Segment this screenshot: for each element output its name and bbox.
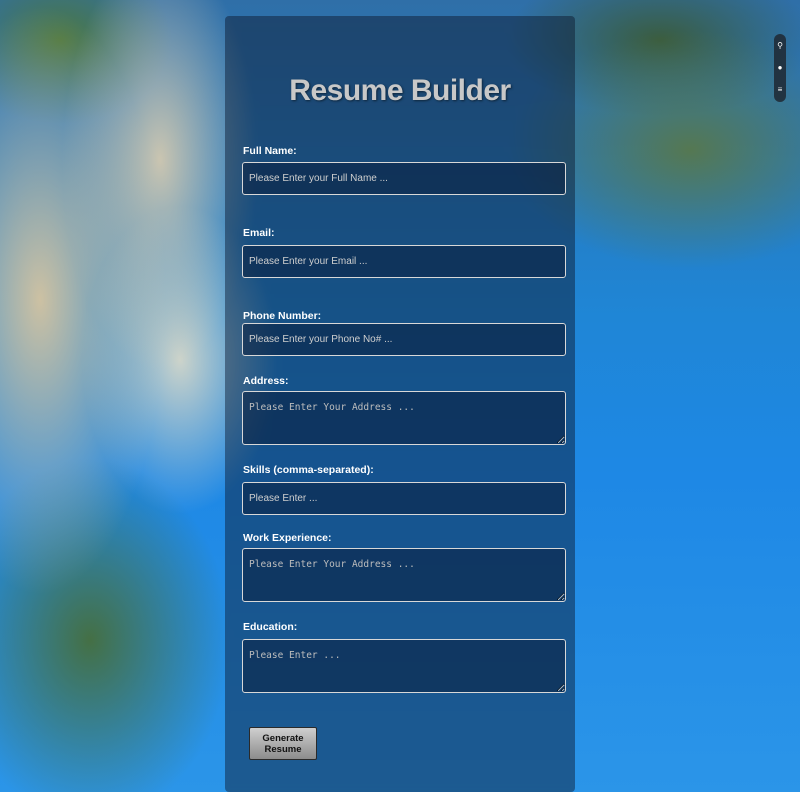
resume-form-card: Resume Builder Full Name: Email: Phone N… bbox=[225, 16, 575, 792]
work-experience-textarea[interactable] bbox=[242, 548, 566, 602]
phone-label: Phone Number: bbox=[243, 310, 322, 322]
menu-icon[interactable]: ≡ bbox=[776, 86, 784, 94]
address-label: Address: bbox=[243, 375, 289, 387]
pin-icon[interactable]: ⚲ bbox=[776, 42, 784, 50]
page-title: Resume Builder bbox=[289, 74, 511, 107]
skills-label: Skills (comma-separated): bbox=[243, 464, 374, 476]
full-name-label: Full Name: bbox=[243, 145, 297, 157]
education-label: Education: bbox=[243, 621, 298, 633]
full-name-input[interactable] bbox=[242, 162, 566, 195]
email-label: Email: bbox=[243, 227, 275, 239]
email-input[interactable] bbox=[242, 245, 566, 278]
phone-input[interactable] bbox=[242, 323, 566, 356]
work-experience-label: Work Experience: bbox=[243, 532, 332, 544]
education-textarea[interactable] bbox=[242, 639, 566, 693]
address-textarea[interactable] bbox=[242, 391, 566, 445]
generate-resume-button[interactable]: Generate Resume bbox=[249, 727, 317, 760]
side-toolbar: ⚲ ● ≡ bbox=[774, 34, 786, 102]
dot-icon[interactable]: ● bbox=[776, 64, 784, 72]
skills-input[interactable] bbox=[242, 482, 566, 515]
